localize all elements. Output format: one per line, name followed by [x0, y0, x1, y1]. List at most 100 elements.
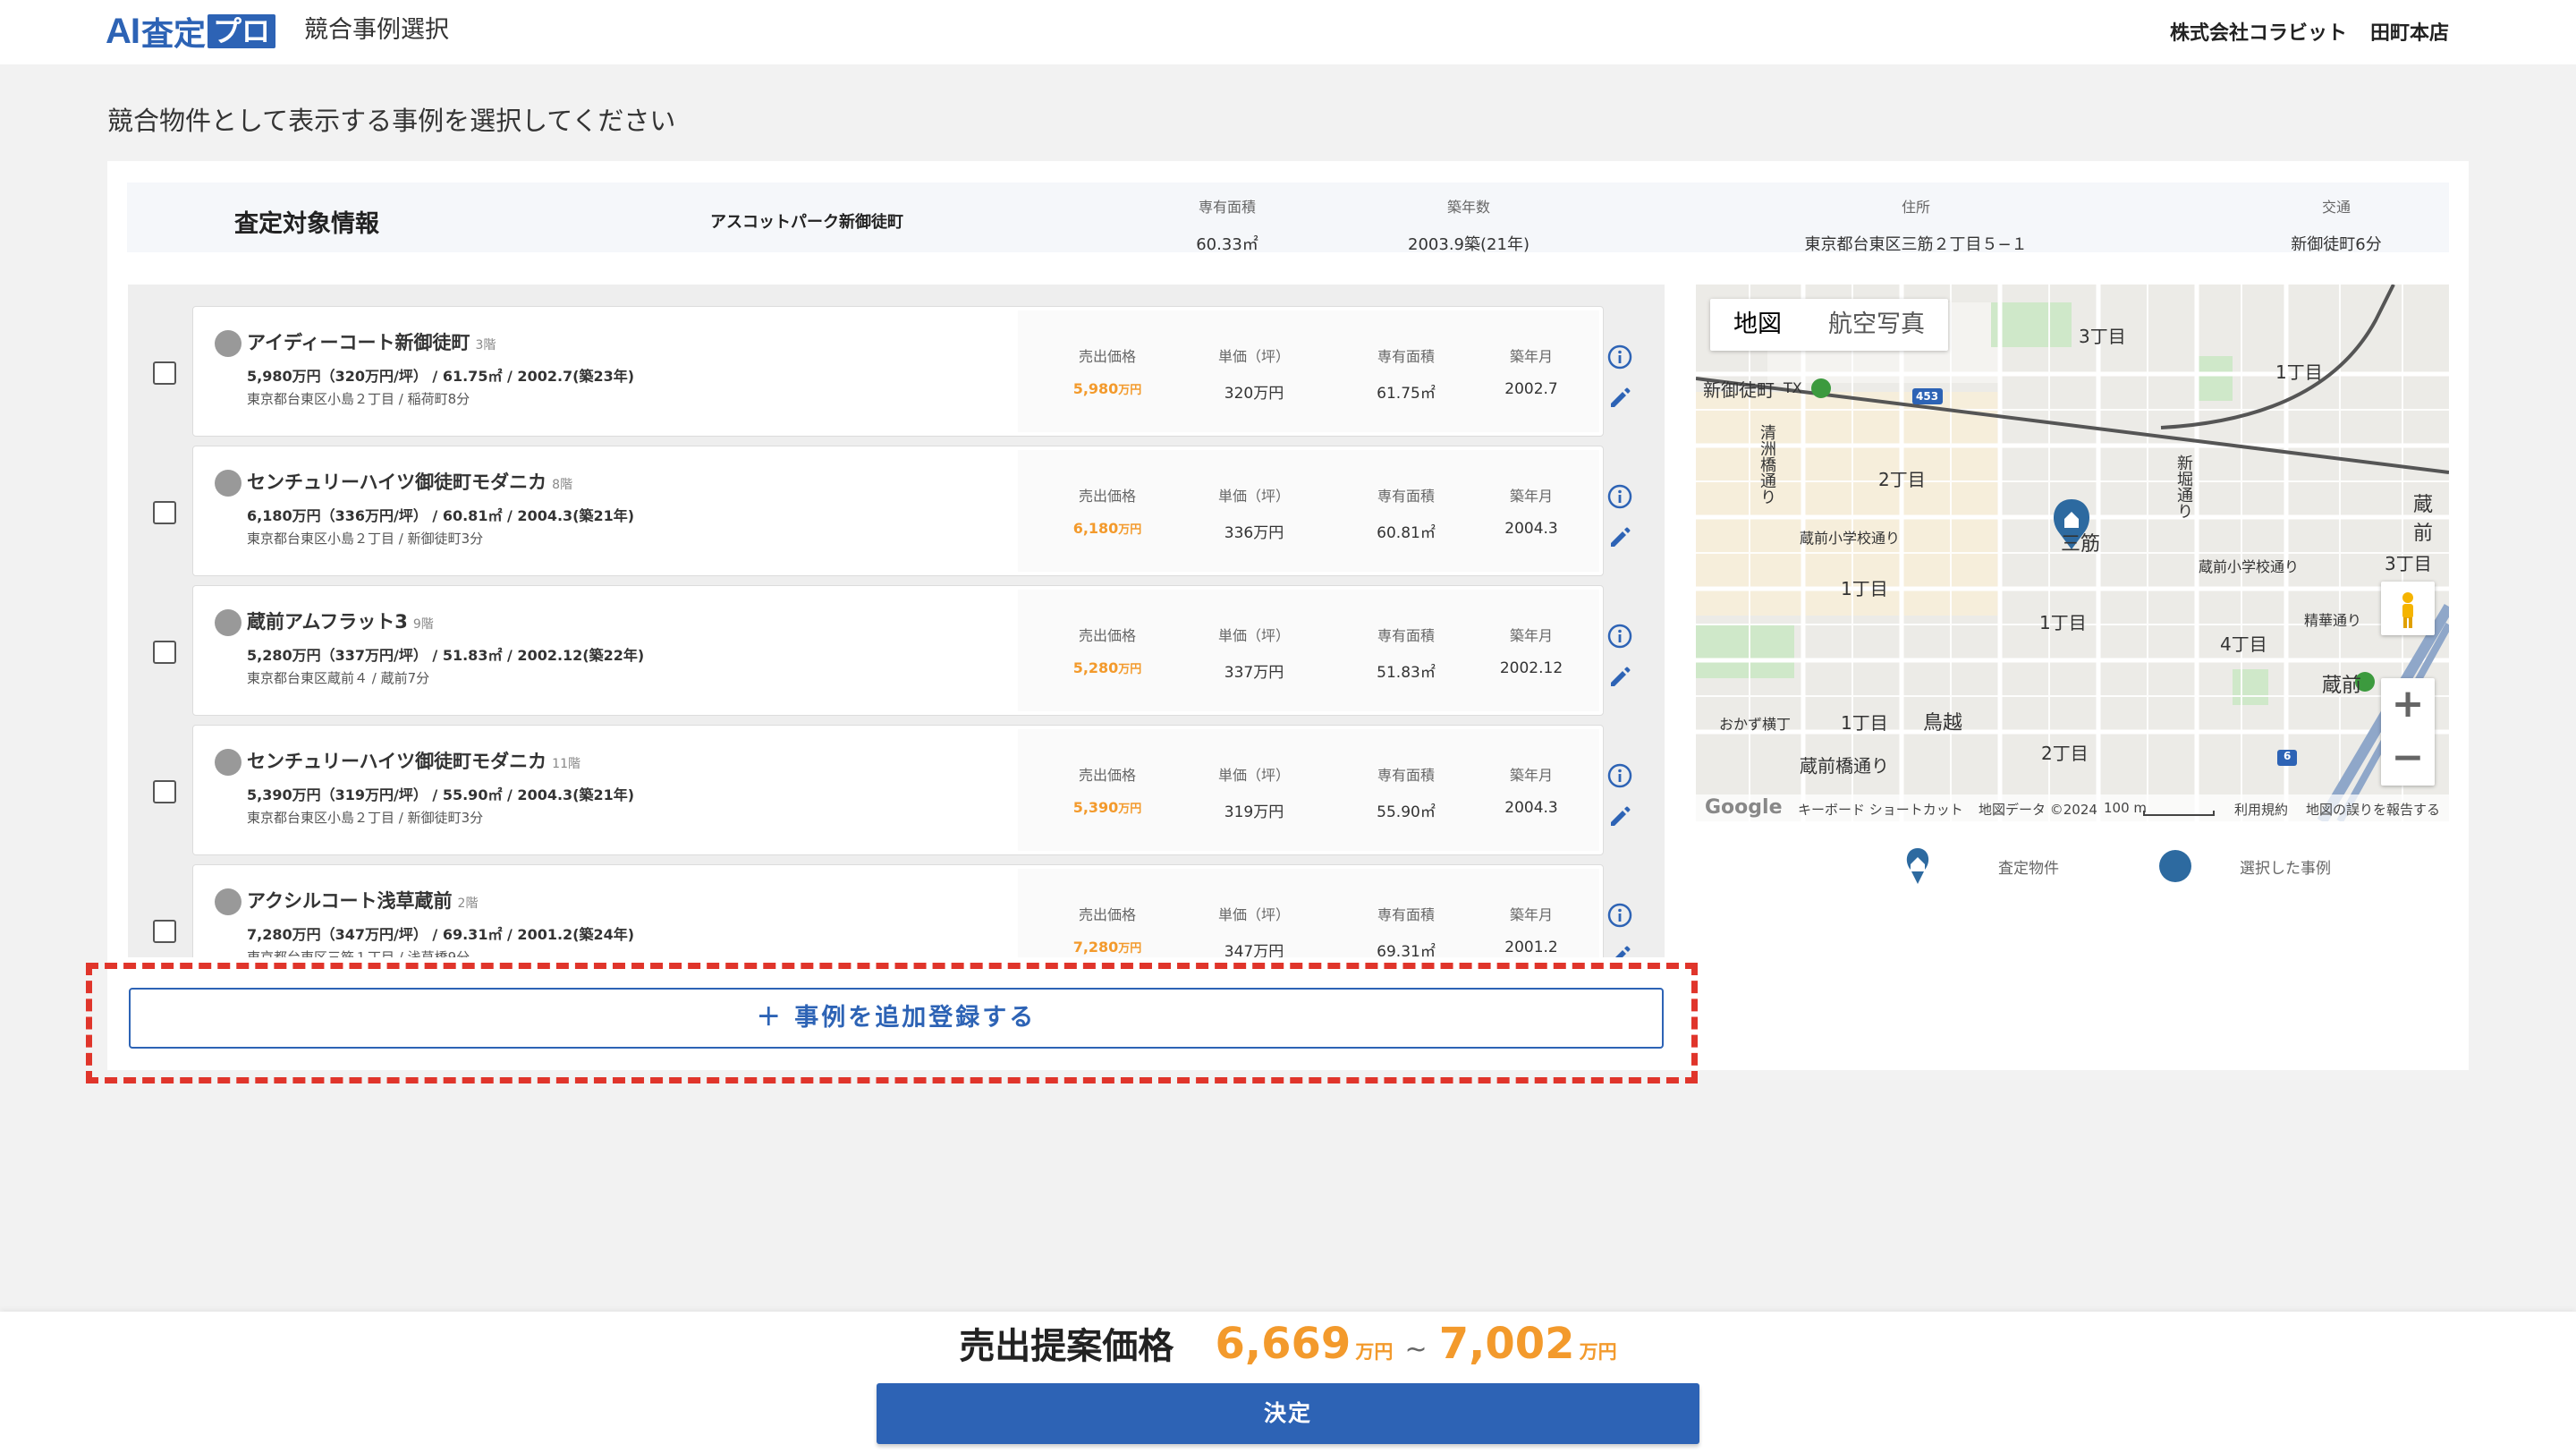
case-list[interactable]: アイディーコート新御徒町 3階 5,980万円（320万円/坪） / 61.75㎡… — [128, 285, 1665, 957]
case-stats: 売出価格 5,980万円 単価（坪） 320万円 専有面積 61.75㎡ 築年月… — [1018, 310, 1599, 432]
case-card: 蔵前アムフラット3 9階 5,280万円（337万円/坪） / 51.83㎡ / … — [192, 585, 1604, 716]
case-checkbox[interactable] — [153, 361, 176, 385]
case-card: センチュリーハイツ御徒町モダニカ 11階 5,390万円（319万円/坪） / 5… — [192, 725, 1604, 855]
stat-area-label: 専有面積 — [1377, 906, 1435, 923]
case-address: 東京都台東区小島２丁目 / 新御徒町3分 — [247, 531, 484, 547]
stat-unit-price: 単価（坪） 320万円 — [1182, 344, 1326, 403]
case-floor: 11階 — [552, 757, 580, 771]
stat-unit-price-label: 単価（坪） — [1217, 906, 1290, 923]
map-label: 新御徒町 — [1703, 379, 1775, 401]
map-label: 1丁目 — [2039, 612, 2087, 633]
stat-area-value: 60.81㎡ — [1377, 524, 1436, 542]
stat-price-label: 売出価格 — [1078, 767, 1136, 784]
company-info: 株式会社コラビット 田町本店 — [2170, 17, 2449, 46]
case-checkbox[interactable] — [153, 920, 176, 943]
case-address: 東京都台東区三筋１丁目 / 浅草橋9分 — [247, 949, 470, 957]
map-label: 1丁目 — [1841, 578, 1888, 599]
stat-unit-price-label: 単価（坪） — [1217, 348, 1290, 365]
map-shortcuts-link[interactable]: キーボード ショートカット — [1798, 800, 1963, 819]
case-row: センチュリーハイツ御徒町モダニカ 11階 5,390万円（319万円/坪） / 5… — [128, 725, 1665, 855]
case-checkbox[interactable] — [153, 780, 176, 803]
map-tab-aerial[interactable]: 航空写真 — [1805, 299, 1948, 351]
map-type-tabs: 地図 航空写真 — [1710, 299, 1948, 351]
stat-area: 専有面積 60.81㎡ — [1335, 484, 1478, 542]
map-label: 新堀通り — [2174, 455, 2193, 519]
case-stats: 売出価格 5,390万円 単価（坪） 319万円 専有面積 55.90㎡ 築年月… — [1018, 729, 1599, 851]
zoom-controls: + − — [2381, 678, 2435, 786]
map-label: 蔵前小学校通り — [2199, 558, 2300, 575]
route-shield: 6 — [2284, 750, 2292, 762]
info-icon[interactable] — [1606, 483, 1633, 510]
stat-unit-price-label: 単価（坪） — [1217, 767, 1290, 784]
case-summary: 7,280万円（347万円/坪） / 69.31㎡ / 2001.2(築24年) — [247, 926, 635, 943]
case-checkbox[interactable] — [153, 641, 176, 664]
target-property-bar: 査定対象情報 アスコットパーク新御徒町 専有面積 60.33㎡ 築年数 2003… — [127, 183, 2449, 255]
stat-built-value: 2004.3 — [1504, 799, 1558, 817]
info-icon[interactable] — [1606, 762, 1633, 789]
case-name-text: アクシルコート浅草蔵前 — [247, 890, 453, 912]
stat-area-value: 61.75㎡ — [1377, 385, 1436, 403]
app-logo[interactable]: AI 査定 プロ — [106, 12, 276, 53]
edit-icon[interactable] — [1606, 524, 1633, 551]
case-stats: 売出価格 6,180万円 単価（坪） 336万円 専有面積 60.81㎡ 築年月… — [1018, 450, 1599, 572]
case-name: 蔵前アムフラット3 9階 — [247, 608, 434, 634]
proposal-high-unit: 万円 — [1579, 1341, 1617, 1363]
stat-built-value: 2002.12 — [1499, 659, 1563, 677]
map-label: 三筋 — [2061, 533, 2101, 556]
edit-icon[interactable] — [1606, 943, 1633, 957]
stat-area-label: 専有面積 — [1377, 348, 1435, 365]
info-icon[interactable] — [1606, 623, 1633, 650]
proposal-price: 売出提案価格 6,669 万円 ~ 7,002 万円 — [0, 1317, 2576, 1369]
map-label: 蔵前小学校通り — [1800, 530, 1901, 547]
case-row: アクシルコート浅草蔵前 2階 7,280万円（347万円/坪） / 69.31㎡ … — [128, 864, 1665, 957]
case-name-text: アイディーコート新御徒町 — [247, 332, 470, 353]
stat-built: 築年月 2001.2 — [1460, 903, 1603, 956]
zoom-out-button[interactable]: − — [2381, 732, 2435, 786]
instruction-text: 競合物件として表示する事例を選択してください — [107, 106, 676, 136]
case-row: センチュリーハイツ御徒町モダニカ 8階 6,180万円（336万円/坪） / 60… — [128, 446, 1665, 576]
case-address: 東京都台東区蔵前４ / 蔵前7分 — [247, 670, 430, 686]
target-transport-label: 交通 — [2321, 199, 2351, 216]
case-summary: 6,180万円（336万円/坪） / 60.81㎡ / 2004.3(築21年) — [247, 507, 635, 524]
case-card: アイディーコート新御徒町 3階 5,980万円（320万円/坪） / 61.75㎡… — [192, 306, 1604, 437]
stat-area: 専有面積 69.31㎡ — [1335, 903, 1478, 957]
info-icon[interactable] — [1606, 902, 1633, 929]
street-view-pegman-icon[interactable] — [2381, 582, 2435, 635]
info-icon[interactable] — [1606, 344, 1633, 370]
target-transport: 交通 新御徒町6分 — [2247, 195, 2426, 255]
stat-built: 築年月 2002.12 — [1460, 624, 1603, 677]
stat-unit-price-value: 319万円 — [1224, 803, 1284, 821]
proposal-low-unit: 万円 — [1355, 1341, 1394, 1363]
zoom-in-button[interactable]: + — [2381, 678, 2435, 732]
map-label: 4丁目 — [2220, 633, 2267, 655]
stat-built-value: 2002.7 — [1504, 380, 1558, 398]
case-row: 蔵前アムフラット3 9階 5,280万円（337万円/坪） / 51.83㎡ / … — [128, 585, 1665, 716]
target-name: アスコットパーク新御徒町 — [710, 213, 903, 232]
case-card: センチュリーハイツ御徒町モダニカ 8階 6,180万円（336万円/坪） / 60… — [192, 446, 1604, 576]
target-area-label: 専有面積 — [1198, 199, 1256, 216]
map-label: おかず横丁 — [1719, 716, 1792, 733]
target-address-value: 東京都台東区三筋２丁目５−１ — [1804, 235, 2028, 254]
stat-price-label: 売出価格 — [1078, 348, 1136, 365]
map-view[interactable]: 地図 航空写真 新御徒町 TX 清洲橋通り 3丁目 1丁目 2丁目 蔵前小学校通… — [1696, 285, 2449, 821]
map-terms-link[interactable]: 利用規約 — [2234, 800, 2288, 819]
edit-icon[interactable] — [1606, 803, 1633, 830]
legend-target-label: 査定物件 — [1998, 859, 2059, 878]
map-label: 3丁目 — [2385, 553, 2432, 574]
stat-built-value: 2001.2 — [1504, 939, 1558, 956]
stat-price-value: 5,980万円 — [1072, 380, 1142, 397]
add-case-button[interactable]: ＋ 事例を追加登録する — [129, 988, 1664, 1049]
stat-area-label: 専有面積 — [1377, 627, 1435, 644]
target-address: 住所 東京都台東区三筋２丁目５−１ — [1737, 195, 2095, 255]
stat-price-value: 6,180万円 — [1072, 520, 1142, 537]
proposal-label: 売出提案価格 — [959, 1326, 1174, 1367]
map-report-link[interactable]: 地図の誤りを報告する — [2306, 800, 2440, 819]
stat-price-label: 売出価格 — [1078, 488, 1136, 505]
edit-icon[interactable] — [1606, 664, 1633, 691]
map-tab-map[interactable]: 地図 — [1710, 299, 1805, 351]
decide-button[interactable]: 決定 — [877, 1383, 1699, 1444]
case-marker-dot — [215, 888, 242, 915]
edit-icon[interactable] — [1606, 385, 1633, 412]
case-checkbox[interactable] — [153, 501, 176, 524]
map-attribution: Google キーボード ショートカット 地図データ ©2024 100 m 利… — [1696, 794, 2449, 821]
